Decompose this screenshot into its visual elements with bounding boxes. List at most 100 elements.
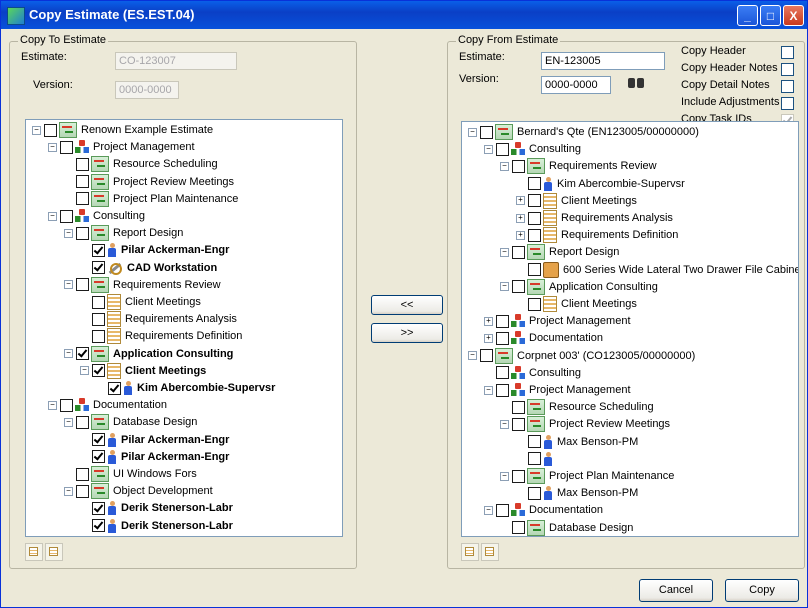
tree-node[interactable]: Pilar Ackerman-Engr <box>80 449 229 465</box>
collapse-icon[interactable]: − <box>64 280 73 290</box>
tree-node[interactable]: Max Benson-PM <box>516 434 638 450</box>
left-estimate-input[interactable]: CO-123007 <box>115 52 237 70</box>
tree-node[interactable]: Max Benson-PM <box>516 485 638 501</box>
minimize-button[interactable]: _ <box>737 5 758 26</box>
tree-node[interactable]: − Renown Example Estimate <box>32 122 213 138</box>
node-checkbox[interactable] <box>528 211 541 225</box>
title-bar[interactable]: Copy Estimate (ES.EST.04) _ □ X <box>1 1 807 29</box>
tree-node[interactable]: Resource Scheduling <box>64 156 218 173</box>
node-checkbox[interactable] <box>512 245 525 259</box>
tree-node[interactable]: − Project Management <box>48 139 195 155</box>
tree-node[interactable]: + Client Meetings <box>516 192 637 209</box>
binoculars-search-icon[interactable] <box>627 75 645 89</box>
expand-icon[interactable]: + <box>516 213 525 223</box>
collapse-icon[interactable]: − <box>48 142 57 152</box>
copy-right-button[interactable]: >> <box>371 323 443 343</box>
tree-node[interactable]: − Application Consulting <box>500 278 658 295</box>
collapse-icon[interactable]: − <box>32 125 41 135</box>
node-checkbox[interactable] <box>60 140 73 154</box>
node-checkbox[interactable] <box>496 142 509 156</box>
tree-node[interactable]: − Project Plan Maintenance <box>500 468 674 484</box>
tree-node[interactable]: UI Windows Fors <box>64 466 197 482</box>
node-checkbox[interactable] <box>60 398 73 412</box>
close-button[interactable]: X <box>783 5 804 26</box>
option-checkbox[interactable] <box>781 97 794 110</box>
tree-node[interactable] <box>516 451 557 467</box>
node-checkbox[interactable] <box>76 467 89 481</box>
collapse-icon[interactable]: − <box>500 161 509 171</box>
node-checkbox[interactable] <box>496 503 509 517</box>
expand-icon[interactable]: + <box>484 333 493 343</box>
right-add-item-button[interactable] <box>461 543 479 561</box>
tree-node[interactable]: + Requirements Analysis <box>516 210 673 226</box>
node-checkbox[interactable] <box>528 297 541 311</box>
tree-node[interactable]: Resource Scheduling <box>500 399 654 416</box>
collapse-icon[interactable]: − <box>484 505 493 515</box>
option-checkbox[interactable] <box>781 80 794 93</box>
node-checkbox[interactable] <box>528 452 541 466</box>
tree-node[interactable]: − Corpnet 003' (CO123005/00000000) <box>468 347 695 364</box>
tree-node[interactable]: CAD Workstation <box>80 260 217 276</box>
node-checkbox[interactable] <box>92 433 105 447</box>
tree-node[interactable]: − Documentation <box>48 397 167 413</box>
collapse-icon[interactable]: − <box>468 351 477 361</box>
collapse-icon[interactable]: − <box>500 471 509 481</box>
tree-node[interactable]: Consulting <box>484 365 581 381</box>
left-estimate-tree[interactable]: − Renown Example Estimate − Project Managem… <box>25 119 343 537</box>
node-checkbox[interactable] <box>76 226 89 240</box>
collapse-icon[interactable]: − <box>64 228 73 238</box>
tree-node[interactable]: Pilar Ackerman-Engr <box>80 432 229 448</box>
node-checkbox[interactable] <box>76 175 89 189</box>
right-version-input[interactable]: 0000-0000 <box>541 76 611 94</box>
tree-node[interactable]: − Database Design <box>64 414 197 431</box>
copy-button[interactable]: Copy <box>725 579 799 602</box>
tree-node[interactable]: Project Plan Maintenance <box>64 190 238 207</box>
left-add-item-button[interactable] <box>25 543 43 561</box>
collapse-icon[interactable]: − <box>484 144 493 154</box>
right-estimate-tree[interactable]: − Bernard's Qte (EN123005/00000000) − Consu… <box>461 121 799 537</box>
tree-node[interactable]: Kim Abercombie-Supervsr <box>516 176 685 192</box>
node-checkbox[interactable] <box>92 295 105 309</box>
option-checkbox[interactable] <box>781 63 794 76</box>
expand-icon[interactable]: + <box>484 316 493 326</box>
maximize-button[interactable]: □ <box>760 5 781 26</box>
tree-node[interactable]: − Requirements Review <box>500 158 657 175</box>
tree-node[interactable]: − Client Meetings <box>80 362 206 379</box>
node-checkbox[interactable] <box>512 280 525 294</box>
node-checkbox[interactable] <box>512 400 525 414</box>
node-checkbox[interactable] <box>496 383 509 397</box>
tree-node[interactable]: Requirements Definition <box>80 328 242 345</box>
tree-node[interactable]: 600 Series Wide Lateral Two Drawer File … <box>516 261 798 278</box>
node-checkbox[interactable] <box>512 159 525 173</box>
tree-node[interactable]: − Report Design <box>64 225 183 242</box>
node-checkbox[interactable] <box>480 349 493 363</box>
node-checkbox[interactable] <box>44 123 57 137</box>
expand-icon[interactable]: + <box>516 196 525 206</box>
tree-node[interactable]: + Requirements Definition <box>516 227 678 244</box>
node-checkbox[interactable] <box>528 263 541 277</box>
right-estimate-input[interactable]: EN-123005 <box>541 52 665 70</box>
collapse-icon[interactable]: − <box>64 486 73 496</box>
collapse-icon[interactable]: − <box>468 127 477 137</box>
collapse-icon[interactable]: − <box>48 400 57 410</box>
node-checkbox[interactable] <box>92 450 105 464</box>
node-checkbox[interactable] <box>92 312 105 326</box>
node-checkbox[interactable] <box>92 519 105 533</box>
tree-node[interactable]: Pilar Ackerman-Engr <box>80 242 229 258</box>
tree-node[interactable]: + Project Management <box>484 313 631 329</box>
node-checkbox[interactable] <box>92 364 105 378</box>
node-checkbox[interactable] <box>496 366 509 380</box>
collapse-icon[interactable]: − <box>500 247 509 257</box>
right-list-button[interactable] <box>481 543 499 561</box>
left-version-input[interactable]: 0000-0000 <box>115 81 179 99</box>
collapse-icon[interactable]: − <box>500 282 509 292</box>
node-checkbox[interactable] <box>496 314 509 328</box>
node-checkbox[interactable] <box>76 192 89 206</box>
tree-node[interactable]: Requirements Analysis <box>80 311 237 328</box>
node-checkbox[interactable] <box>528 177 541 191</box>
collapse-icon[interactable]: − <box>64 349 73 359</box>
node-checkbox[interactable] <box>512 521 525 535</box>
node-checkbox[interactable] <box>92 261 105 275</box>
node-checkbox[interactable] <box>496 331 509 345</box>
tree-node[interactable]: − Application Consulting <box>64 345 233 362</box>
